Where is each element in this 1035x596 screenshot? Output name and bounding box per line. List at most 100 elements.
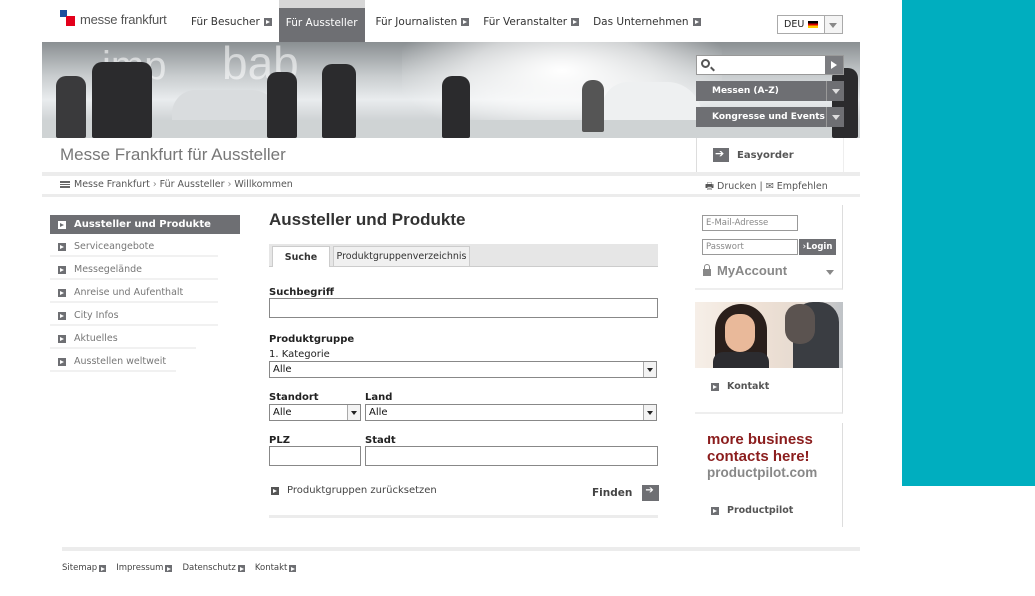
top-navigation: Für Besucher Für Aussteller Für Journali… xyxy=(184,0,708,44)
nav-label: Für Veranstalter xyxy=(483,16,568,28)
breadcrumb-item[interactable]: Für Aussteller xyxy=(160,179,225,190)
messe-frankfurt-logo[interactable]: messe frankfurt xyxy=(60,10,167,28)
sidebar-item-serviceangebote[interactable]: Serviceangebote xyxy=(50,238,218,257)
divider xyxy=(42,194,860,197)
congress-dropdown-label: Kongresse und Events xyxy=(712,112,825,122)
email-field[interactable]: E-Mail-Adresse xyxy=(702,215,798,231)
fairs-dropdown-label: Messen (A-Z) xyxy=(712,86,779,96)
productpilot-promo[interactable]: more business contacts here! productpilot… xyxy=(695,423,843,527)
breadcrumb: Messe Frankfurt › Für Aussteller › Willkom… xyxy=(60,179,293,190)
divider xyxy=(42,172,860,176)
language-value[interactable]: DEU xyxy=(777,15,825,34)
search-submit-button[interactable] xyxy=(825,56,843,74)
tab-suche[interactable]: Suche xyxy=(272,246,330,267)
easyorder-label: Easyorder xyxy=(737,149,794,161)
recommend-link[interactable]: Empfehlen xyxy=(777,181,828,192)
arrow-square-icon xyxy=(711,506,719,515)
fairs-dropdown[interactable]: Messen (A-Z) xyxy=(696,81,844,101)
login-label: Login xyxy=(806,242,833,252)
nav-label: Für Aussteller xyxy=(285,17,358,29)
footer-links: Sitemap Impressum Datenschutz Kontakt xyxy=(62,563,306,573)
search-term-label: Suchbegriff xyxy=(269,287,334,298)
search-term-input[interactable] xyxy=(269,298,658,318)
nav-das-unternehmen[interactable]: Das Unternehmen xyxy=(586,0,708,44)
page-title: Messe Frankfurt für Aussteller xyxy=(60,145,286,164)
recommend-icon: ✉ xyxy=(765,181,774,192)
congress-dropdown[interactable]: Kongresse und Events xyxy=(696,107,844,127)
menu-lines-icon xyxy=(60,181,70,188)
sidebar-item-label: Aussteller und Produkte xyxy=(74,219,211,230)
sidebar-item-label: Serviceangebote xyxy=(74,241,155,252)
chevron-down-icon[interactable] xyxy=(826,270,834,275)
sidebar-item-label: Ausstellen weltweit xyxy=(74,356,167,367)
country-label: Land xyxy=(365,392,393,403)
language-selector[interactable]: DEU xyxy=(777,15,843,34)
nav-fuer-veranstalter[interactable]: Für Veranstalter xyxy=(476,0,586,44)
lock-icon xyxy=(703,263,711,276)
arrow-square-icon xyxy=(58,357,66,366)
city-input[interactable] xyxy=(365,446,658,466)
sidebar-item-label: Aktuelles xyxy=(74,333,118,344)
promo-url: productpilot.com xyxy=(707,465,818,480)
contact-photo xyxy=(695,302,843,368)
sidebar-item-label: Messegelände xyxy=(74,264,143,275)
sidebar-item-aussteller-und-produkte[interactable]: Aussteller und Produkte xyxy=(50,215,240,234)
footer-kontakt-link[interactable]: Kontakt xyxy=(255,563,297,573)
category-label: 1. Kategorie xyxy=(269,349,330,360)
divider xyxy=(62,547,860,551)
nav-fuer-journalisten[interactable]: Für Journalisten xyxy=(369,0,477,44)
nav-label: Für Journalisten xyxy=(375,16,458,28)
productpilot-link[interactable]: Productpilot xyxy=(711,505,793,516)
reset-product-groups-link[interactable]: Produktgruppen zurücksetzen xyxy=(271,485,437,496)
productpilot-label: Productpilot xyxy=(727,505,794,516)
footer-label: Impressum xyxy=(116,563,164,573)
print-link[interactable]: Drucken xyxy=(717,181,757,192)
contact-label: Kontakt xyxy=(727,381,770,392)
german-flag-icon xyxy=(808,21,819,28)
sidebar-item-city-infos[interactable]: City Infos xyxy=(50,307,218,326)
nav-label: Für Besucher xyxy=(191,16,260,28)
footer-label: Kontakt xyxy=(254,563,288,573)
nav-label: Das Unternehmen xyxy=(593,16,689,28)
find-button[interactable]: Finden xyxy=(592,485,660,501)
sidebar-item-aktuelles[interactable]: Aktuelles xyxy=(50,330,196,349)
easyorder-link[interactable]: Easyorder xyxy=(696,138,844,172)
sidebar-item-anreise[interactable]: Anreise und Aufenthalt xyxy=(50,284,218,303)
chevron-down-icon[interactable] xyxy=(825,15,843,34)
sidebar-item-messegelaende[interactable]: Messegelände xyxy=(50,261,218,280)
promo-line2: contacts here! xyxy=(707,448,810,465)
sidebar-item-ausstellen-weltweit[interactable]: Ausstellen weltweit xyxy=(50,353,176,372)
password-field[interactable]: Passwort xyxy=(702,239,798,255)
sidebar: Aussteller und Produkte Serviceangebote … xyxy=(50,215,240,376)
arrow-square-icon xyxy=(58,265,66,274)
arrow-square-icon xyxy=(99,564,107,572)
tab-bar: Suche Produktgruppenverzeichnis xyxy=(269,244,658,267)
country-value: Alle xyxy=(369,407,388,418)
print-icon: 🖶 xyxy=(705,181,714,192)
arrow-square-icon xyxy=(461,18,470,26)
country-select[interactable]: Alle xyxy=(365,404,657,421)
contact-link[interactable]: Kontakt xyxy=(711,381,769,392)
sidebar-item-label: Anreise und Aufenthalt xyxy=(74,287,184,298)
footer-datenschutz-link[interactable]: Datenschutz xyxy=(182,563,245,573)
site-search-input[interactable] xyxy=(696,55,844,75)
tab-produktgruppenverzeichnis[interactable]: Produktgruppenverzeichnis xyxy=(333,246,470,267)
category-value: Alle xyxy=(273,364,292,375)
myaccount-link[interactable]: MyAccount xyxy=(703,263,787,278)
arrow-right-icon xyxy=(642,485,660,501)
location-select[interactable]: Alle xyxy=(269,404,361,421)
footer-sitemap-link[interactable]: Sitemap xyxy=(62,563,107,573)
zip-input[interactable] xyxy=(269,446,361,466)
nav-fuer-aussteller[interactable]: Für Aussteller xyxy=(278,0,365,44)
login-button[interactable]: › Login xyxy=(799,239,836,255)
arrow-square-icon xyxy=(711,382,719,391)
nav-fuer-besucher[interactable]: Für Besucher xyxy=(184,0,279,44)
promo-headline: more business contacts here! xyxy=(707,431,813,465)
arrow-square-icon xyxy=(58,220,66,229)
footer-impressum-link[interactable]: Impressum xyxy=(116,563,173,573)
breadcrumb-item[interactable]: Messe Frankfurt xyxy=(74,179,150,190)
arrow-square-icon xyxy=(58,311,66,320)
category-select[interactable]: Alle xyxy=(269,361,657,378)
logo-text: messe frankfurt xyxy=(80,11,167,27)
arrow-square-icon xyxy=(58,288,66,297)
